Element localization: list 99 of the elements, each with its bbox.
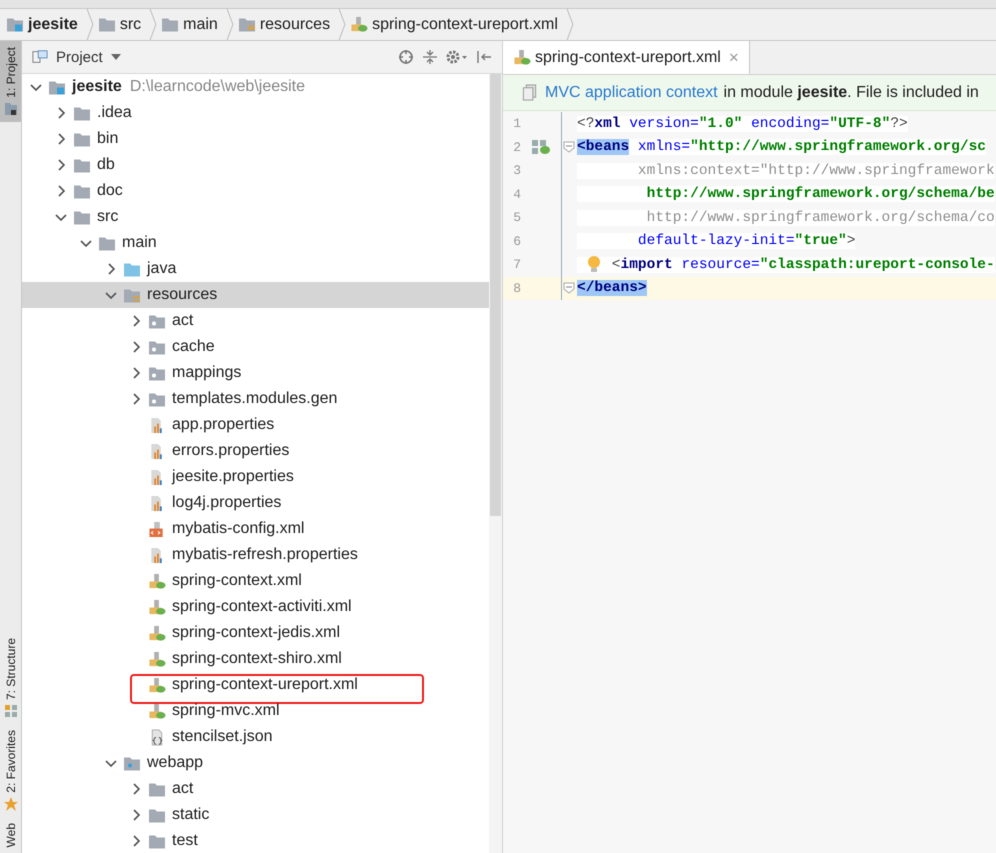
separator-icon — [86, 9, 94, 40]
tree-item[interactable]: spring-context-jedis.xml — [22, 620, 489, 646]
folder-icon — [161, 16, 180, 33]
line-number: 7 — [512, 257, 521, 272]
spring-file-icon — [148, 650, 166, 668]
folder-icon — [48, 78, 66, 96]
tree-item[interactable]: mybatis-config.xml — [22, 516, 489, 542]
folder-icon — [98, 234, 116, 252]
tree-item[interactable]: mappings — [22, 360, 489, 386]
breadcrumb-item[interactable]: jeesite — [6, 9, 98, 40]
tree-item[interactable]: cache — [22, 334, 489, 360]
tree-item[interactable]: bin — [22, 126, 489, 152]
folder-icon — [6, 16, 24, 33]
collapse-icon[interactable] — [422, 49, 438, 65]
editor-tab[interactable]: spring-context-ureport.xml × — [503, 41, 750, 74]
tree-item[interactable]: doc — [22, 178, 489, 204]
separator-icon — [566, 9, 574, 40]
folder-icon — [123, 754, 141, 772]
separator-icon — [149, 9, 158, 40]
folder-icon — [123, 286, 141, 304]
folder-icon — [148, 338, 166, 356]
structure-icon — [4, 704, 18, 718]
spring-file-icon — [148, 702, 166, 720]
tree-item[interactable]: act — [22, 308, 489, 334]
folder-icon — [148, 806, 166, 824]
locate-icon[interactable] — [398, 49, 414, 65]
spring-file-icon — [148, 598, 166, 616]
tree-item[interactable]: static — [22, 802, 489, 828]
caret-icon[interactable] — [110, 54, 121, 60]
folder-icon — [123, 260, 141, 278]
spring-file-icon — [148, 676, 166, 694]
line-number: 5 — [512, 210, 521, 226]
project-view-icon — [32, 49, 48, 65]
tree-item[interactable]: spring-context-ureport.xml — [22, 672, 489, 698]
folder-icon — [98, 16, 116, 33]
folder-icon — [73, 208, 91, 226]
tree-item[interactable]: spring-context-shiro.xml — [22, 646, 489, 672]
tree-item[interactable]: mybatis-refresh.properties — [22, 542, 489, 568]
folder-icon — [73, 104, 91, 122]
tree-item[interactable]: java — [22, 256, 489, 282]
spring-file-icon — [350, 16, 368, 33]
folder-icon — [148, 780, 166, 798]
folder-icon — [73, 130, 91, 148]
tree-item[interactable]: webapp — [22, 750, 489, 776]
tree-item[interactable]: main — [22, 230, 489, 256]
tool-window-button[interactable]: 1: Project — [0, 41, 21, 122]
tree-item[interactable]: app.properties — [22, 412, 489, 438]
line-number: 4 — [512, 186, 521, 202]
tree-item[interactable]: spring-mvc.xml — [22, 698, 489, 724]
tool-window-button[interactable]: Web — [0, 816, 21, 853]
tree-item[interactable]: jeesite.properties — [22, 464, 489, 490]
banner-text: in module jeesite. File is included in — [724, 84, 979, 102]
tree-item[interactable]: errors.properties — [22, 438, 489, 464]
context-link[interactable]: MVC application context — [545, 84, 718, 102]
line-number: 6 — [512, 234, 521, 249]
tree-item[interactable]: src — [22, 204, 489, 230]
scrollbar[interactable] — [490, 74, 501, 516]
hide-icon[interactable] — [476, 49, 492, 65]
tree-item[interactable]: spring-context-activiti.xml — [22, 594, 489, 620]
breadcrumb-item[interactable]: src — [98, 9, 162, 40]
tree-item[interactable]: act — [22, 776, 489, 802]
folder-icon — [148, 390, 166, 408]
tree-item[interactable]: test — [22, 828, 489, 853]
folder-icon — [148, 312, 166, 330]
breadcrumb-item[interactable]: main — [161, 9, 238, 40]
tree-item[interactable]: templates.modules.gen — [22, 386, 489, 412]
tree-item[interactable]: resources — [22, 282, 489, 308]
folder-icon — [4, 102, 18, 116]
line-number: 1 — [512, 116, 521, 132]
tool-window-button[interactable]: 2: Favorites — [0, 724, 21, 817]
spring-file-icon — [513, 49, 531, 66]
folder-icon — [148, 364, 166, 382]
breadcrumb-item[interactable]: spring-context-ureport.xml — [350, 9, 578, 40]
folder-icon — [73, 182, 91, 200]
spring-file-icon — [148, 572, 166, 590]
line-number: 2 — [512, 140, 521, 155]
folder-icon — [148, 832, 166, 850]
tree-item[interactable]: stencilset.json — [22, 724, 489, 750]
spring-file-icon — [148, 624, 166, 642]
separator-icon — [338, 9, 346, 40]
folder-icon — [238, 16, 256, 33]
tree-item[interactable]: jeesite D:\learncode\web\jeesite — [22, 74, 489, 100]
settings-icon[interactable] — [446, 49, 468, 65]
tree-item[interactable]: spring-context.xml — [22, 568, 489, 594]
panel-title[interactable]: Project — [56, 48, 103, 66]
documents-icon — [521, 84, 539, 101]
tree-item[interactable]: log4j.properties — [22, 490, 489, 516]
separator-icon — [226, 9, 234, 40]
star-icon — [4, 796, 18, 811]
folder-icon — [73, 156, 91, 174]
tool-window-button[interactable]: 7: Structure — [0, 632, 21, 724]
tree-item[interactable]: .idea — [22, 100, 489, 126]
code-line: </beans> — [577, 280, 647, 296]
tree-item[interactable]: db — [22, 152, 489, 178]
fold-icon[interactable] — [563, 282, 575, 294]
fold-icon[interactable] — [563, 141, 575, 154]
line-number: 3 — [512, 163, 521, 178]
line-number: 8 — [512, 280, 521, 296]
breadcrumb-item[interactable]: resources — [238, 9, 350, 40]
